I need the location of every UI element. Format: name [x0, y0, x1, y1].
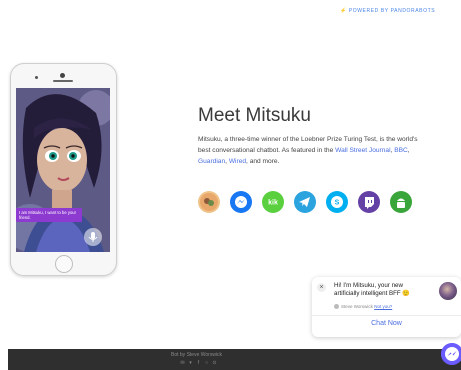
page-title: Meet Mitsuku: [198, 105, 311, 126]
microphone-icon[interactable]: [84, 228, 102, 246]
footer-credit: Bot by Steve Worswick: [171, 352, 223, 358]
user-identity: Steve Worswick Not you?: [334, 304, 392, 310]
desc-outro-text: , and more.: [246, 158, 280, 165]
chat-greeting: Hi! I'm Mitsuku, your new artificially i…: [334, 282, 411, 297]
user-name: Steve Worswick: [341, 304, 373, 309]
not-you-link[interactable]: Not you?: [374, 304, 392, 309]
close-icon[interactable]: ×: [317, 283, 326, 292]
email-icon[interactable]: ✉: [180, 361, 185, 366]
twitter-icon[interactable]: ▾: [188, 361, 193, 366]
android-icon[interactable]: [390, 191, 412, 213]
phone-home-button: [55, 255, 73, 273]
kik-icon[interactable]: kik: [262, 191, 284, 213]
chat-widget: × Hi! I'm Mitsuku, your new artificially…: [312, 277, 461, 337]
powered-by-link[interactable]: ⚡ POWERED BY PANDORABOTS: [340, 8, 435, 14]
pinterest-icon[interactable]: ⊙: [212, 361, 217, 366]
messenger-chat-icon[interactable]: [441, 343, 461, 365]
messenger-icon[interactable]: [230, 191, 252, 213]
social-links: ✉ ▾ f ○ ⊙: [180, 361, 217, 366]
chat-now-button[interactable]: Chat Now: [312, 320, 461, 327]
user-avatar-icon: [334, 304, 339, 310]
phone-sensor: [35, 76, 38, 79]
telegram-icon[interactable]: [294, 191, 316, 213]
svg-text:kik: kik: [268, 200, 278, 207]
phone-camera: [60, 73, 65, 78]
bbc-link[interactable]: BBC: [394, 147, 408, 154]
svg-text:S: S: [335, 200, 340, 207]
skype-icon[interactable]: S: [326, 191, 348, 213]
phone-speaker: [53, 80, 73, 82]
facebook-icon[interactable]: f: [196, 361, 201, 366]
mitsuku-avatar: [439, 282, 457, 300]
footer: Bot by Steve Worswick ✉ ▾ f ○ ⊙: [8, 349, 461, 370]
web-avatar-icon[interactable]: [198, 191, 220, 213]
divider: [312, 315, 461, 316]
wired-link[interactable]: Wired: [229, 158, 246, 165]
wsj-link[interactable]: Wall Street Journal: [335, 147, 390, 154]
instagram-icon[interactable]: ○: [204, 361, 209, 366]
avatar-speech-bubble: I am Mitsuku, I want to be your friend.: [16, 208, 82, 222]
twitch-icon[interactable]: [358, 191, 380, 213]
intro-description: Mitsuku, a three-time winner of the Loeb…: [198, 134, 418, 167]
desc-separator: ,: [407, 147, 410, 154]
guardian-link[interactable]: Guardian: [198, 158, 225, 165]
